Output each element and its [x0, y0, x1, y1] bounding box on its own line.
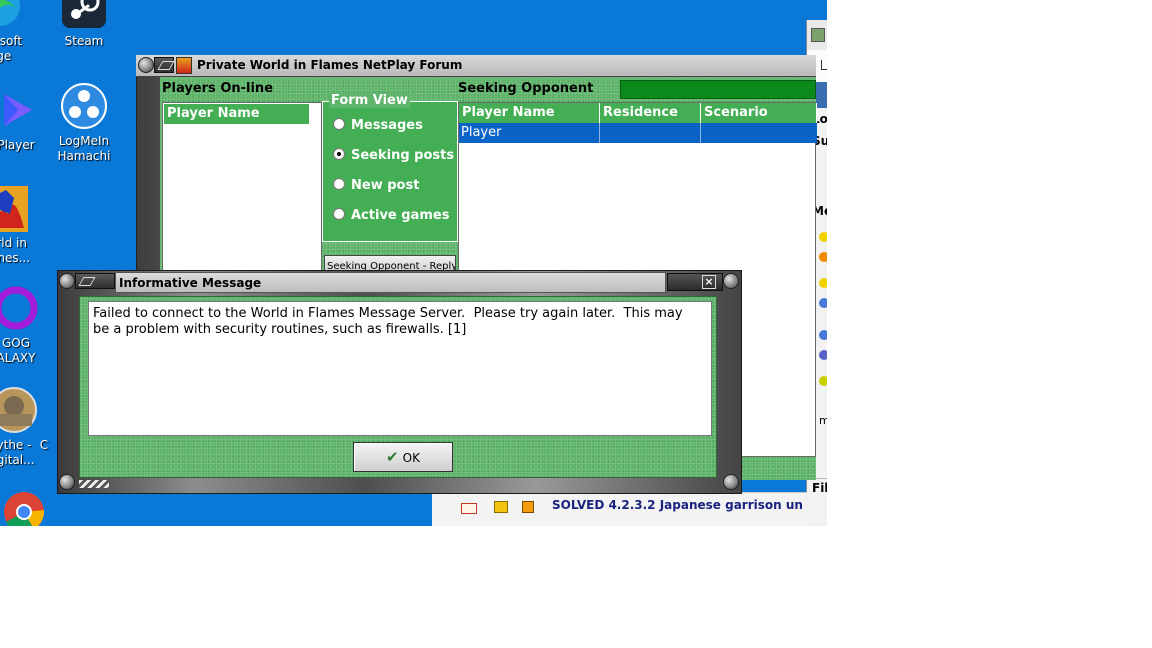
window-titlebar[interactable]: Private World in Flames NetPlay Forum — [136, 55, 816, 77]
ok-button[interactable]: ✔ OK — [353, 442, 453, 472]
edge-icon — [0, 0, 24, 30]
close-icon: × — [702, 275, 716, 289]
players-online-label: Players On-line — [162, 81, 274, 96]
dialog-message-text: Failed to connect to the World in Flames… — [88, 301, 712, 436]
smiley-icon[interactable] — [819, 330, 827, 340]
resize-grip-icon[interactable] — [79, 480, 109, 488]
desktop-icon-edge[interactable]: icrosoft dge — [0, 0, 38, 64]
dialog-minimize-button[interactable] — [75, 273, 115, 289]
unread-mail-icon — [461, 503, 477, 514]
column-header-player-name[interactable]: Player Name — [164, 104, 310, 124]
radio-dot[interactable] — [333, 178, 345, 190]
radio-dot-selected[interactable] — [333, 148, 345, 160]
radio-dot[interactable] — [333, 118, 345, 130]
dialog-titlebar[interactable]: Informative Message — [115, 272, 666, 293]
table-row[interactable]: Player — [459, 123, 817, 143]
minimize-button[interactable] — [154, 57, 174, 73]
app-logo-icon — [176, 57, 192, 74]
form-view-legend: Form View — [329, 93, 410, 108]
informative-message-dialog[interactable]: Informative Message × Failed to connect … — [57, 270, 742, 494]
smiley-icon[interactable] — [819, 376, 827, 386]
dialog-corner-knob — [723, 273, 739, 289]
smiley-icon[interactable] — [819, 232, 827, 242]
gog-galaxy-icon — [0, 284, 40, 332]
smiley-icon[interactable] — [819, 350, 827, 360]
seeking-status-bar — [620, 80, 816, 99]
chrome-icon — [0, 488, 48, 526]
media-player-icon — [0, 86, 40, 134]
scythe-icon — [0, 386, 38, 434]
desktop-icon-chrome[interactable] — [0, 488, 62, 526]
radio-seeking-posts[interactable]: Seeking posts — [333, 148, 454, 163]
window-corner-knob — [138, 57, 154, 73]
desktop-icon-world-in-flames[interactable]: orld in ames... — [0, 184, 46, 266]
dialog-close-button[interactable]: × — [667, 273, 723, 291]
table-cell-divider — [700, 123, 701, 143]
column-header-residence[interactable]: Residence — [600, 103, 701, 123]
browser-label-fil: Fil — [807, 478, 827, 495]
forum-topic-row[interactable]: SOLVED 4.2.3.2 Japanese garrison un — [432, 492, 807, 526]
window-title: Private World in Flames NetPlay Forum — [197, 58, 463, 72]
desktop: icrosoft dge Steam Player LogMeIn Hamach… — [0, 0, 827, 526]
topic-folder-icon — [494, 501, 508, 513]
radio-active-games[interactable]: Active games — [333, 208, 449, 223]
desktop-icon-hamachi[interactable]: LogMeIn Hamachi — [46, 82, 122, 164]
home-icon[interactable] — [821, 60, 827, 70]
radio-dot[interactable] — [333, 208, 345, 220]
column-header-player-name[interactable]: Player Name — [459, 103, 600, 123]
dialog-corner-knob — [59, 474, 75, 490]
dialog-title: Informative Message — [119, 276, 262, 290]
world-in-flames-icon — [0, 184, 32, 232]
hamachi-icon — [60, 82, 108, 130]
dialog-body: Failed to connect to the World in Flames… — [79, 296, 717, 478]
forum-topic-title[interactable]: SOLVED 4.2.3.2 Japanese garrison un — [552, 498, 803, 512]
browser-titlebar — [807, 20, 827, 50]
browser-app-icon — [811, 28, 825, 42]
seeking-opponent-label: Seeking Opponent — [458, 81, 594, 96]
desktop-icon-steam[interactable]: Steam — [46, 0, 122, 49]
radio-new-post[interactable]: New post — [333, 178, 419, 193]
dialog-corner-knob — [723, 474, 739, 490]
column-header-scenario[interactable]: Scenario — [701, 103, 817, 123]
table-cell-player: Player — [461, 125, 502, 140]
checkmark-icon: ✔ — [386, 448, 399, 466]
dialog-corner-knob — [59, 273, 75, 289]
smiley-icon[interactable] — [819, 278, 827, 288]
smiley-icon[interactable] — [819, 252, 827, 262]
form-view-group: Form View Messages Seeking posts New pos… — [322, 93, 458, 242]
radio-messages[interactable]: Messages — [333, 118, 423, 133]
desktop-icon-scythe[interactable]: ythe - igital... — [0, 386, 52, 468]
desktop-icon-gog[interactable]: GOG ALAXY — [0, 284, 54, 366]
topic-status-icon — [522, 501, 534, 513]
table-cell-divider — [599, 123, 600, 143]
smiley-icon[interactable] — [819, 298, 827, 308]
steam-icon — [60, 0, 108, 30]
